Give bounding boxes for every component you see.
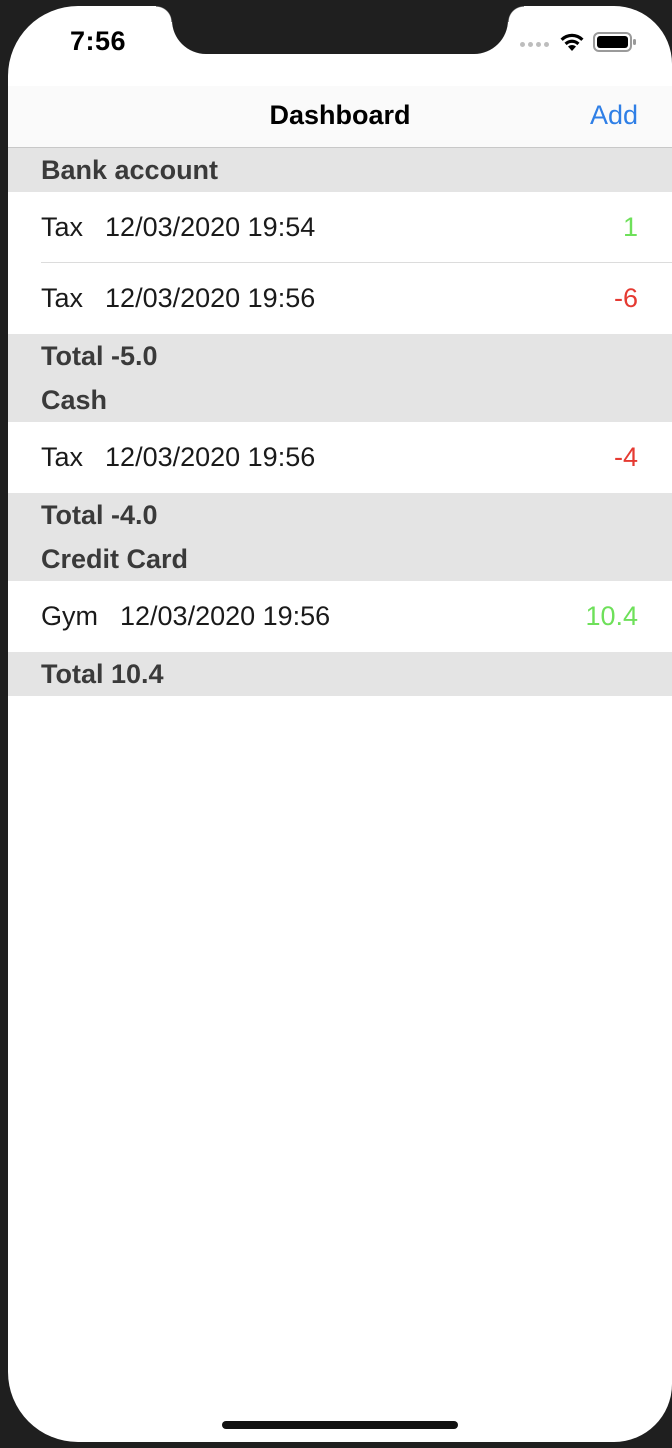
transaction-name: Tax [41,212,84,242]
transaction-amount: 1 [622,212,638,242]
wifi-icon [560,33,584,51]
battery-icon [593,32,636,52]
transaction-amount: -4 [613,442,638,472]
transaction-row[interactable]: Tax 12/03/2020 19:56 -4 [8,422,672,493]
section-header-bank-account: Bank account [8,148,672,192]
section-header-credit-card: Credit Card [8,537,672,581]
section-total-bank-account: Total -5.0 [8,334,672,378]
home-indicator[interactable] [222,1421,458,1429]
transaction-row[interactable]: Gym 12/03/2020 19:56 10.4 [8,581,672,652]
transaction-name: Tax [41,442,84,472]
transaction-name: Tax [41,283,84,313]
add-button[interactable]: Add [590,100,638,131]
status-time: 7:56 [70,26,127,56]
transaction-name: Gym [41,601,98,631]
transaction-amount: -6 [613,283,638,313]
cellular-signal-icon [520,42,549,47]
section-header-cash: Cash [8,378,672,422]
transaction-date: 12/03/2020 19:56 [105,442,316,472]
phone-screen: 7:56 Dashboard Add Bank account Tax 12/0… [8,6,672,1442]
section-total-cash: Total -4.0 [8,493,672,537]
transaction-row[interactable]: Tax 12/03/2020 19:56 -6 [8,263,672,334]
status-bar: 7:56 [8,6,672,96]
transaction-date: 12/03/2020 19:54 [105,212,316,242]
navigation-bar: Dashboard Add [8,86,672,148]
transactions-list: Bank account Tax 12/03/2020 19:54 1 Tax … [8,148,672,696]
transaction-row[interactable]: Tax 12/03/2020 19:54 1 [8,192,672,263]
page-title: Dashboard [269,100,411,130]
transaction-date: 12/03/2020 19:56 [120,601,331,631]
transaction-date: 12/03/2020 19:56 [105,283,316,313]
transaction-amount: 10.4 [585,601,638,631]
section-total-credit-card: Total 10.4 [8,652,672,696]
